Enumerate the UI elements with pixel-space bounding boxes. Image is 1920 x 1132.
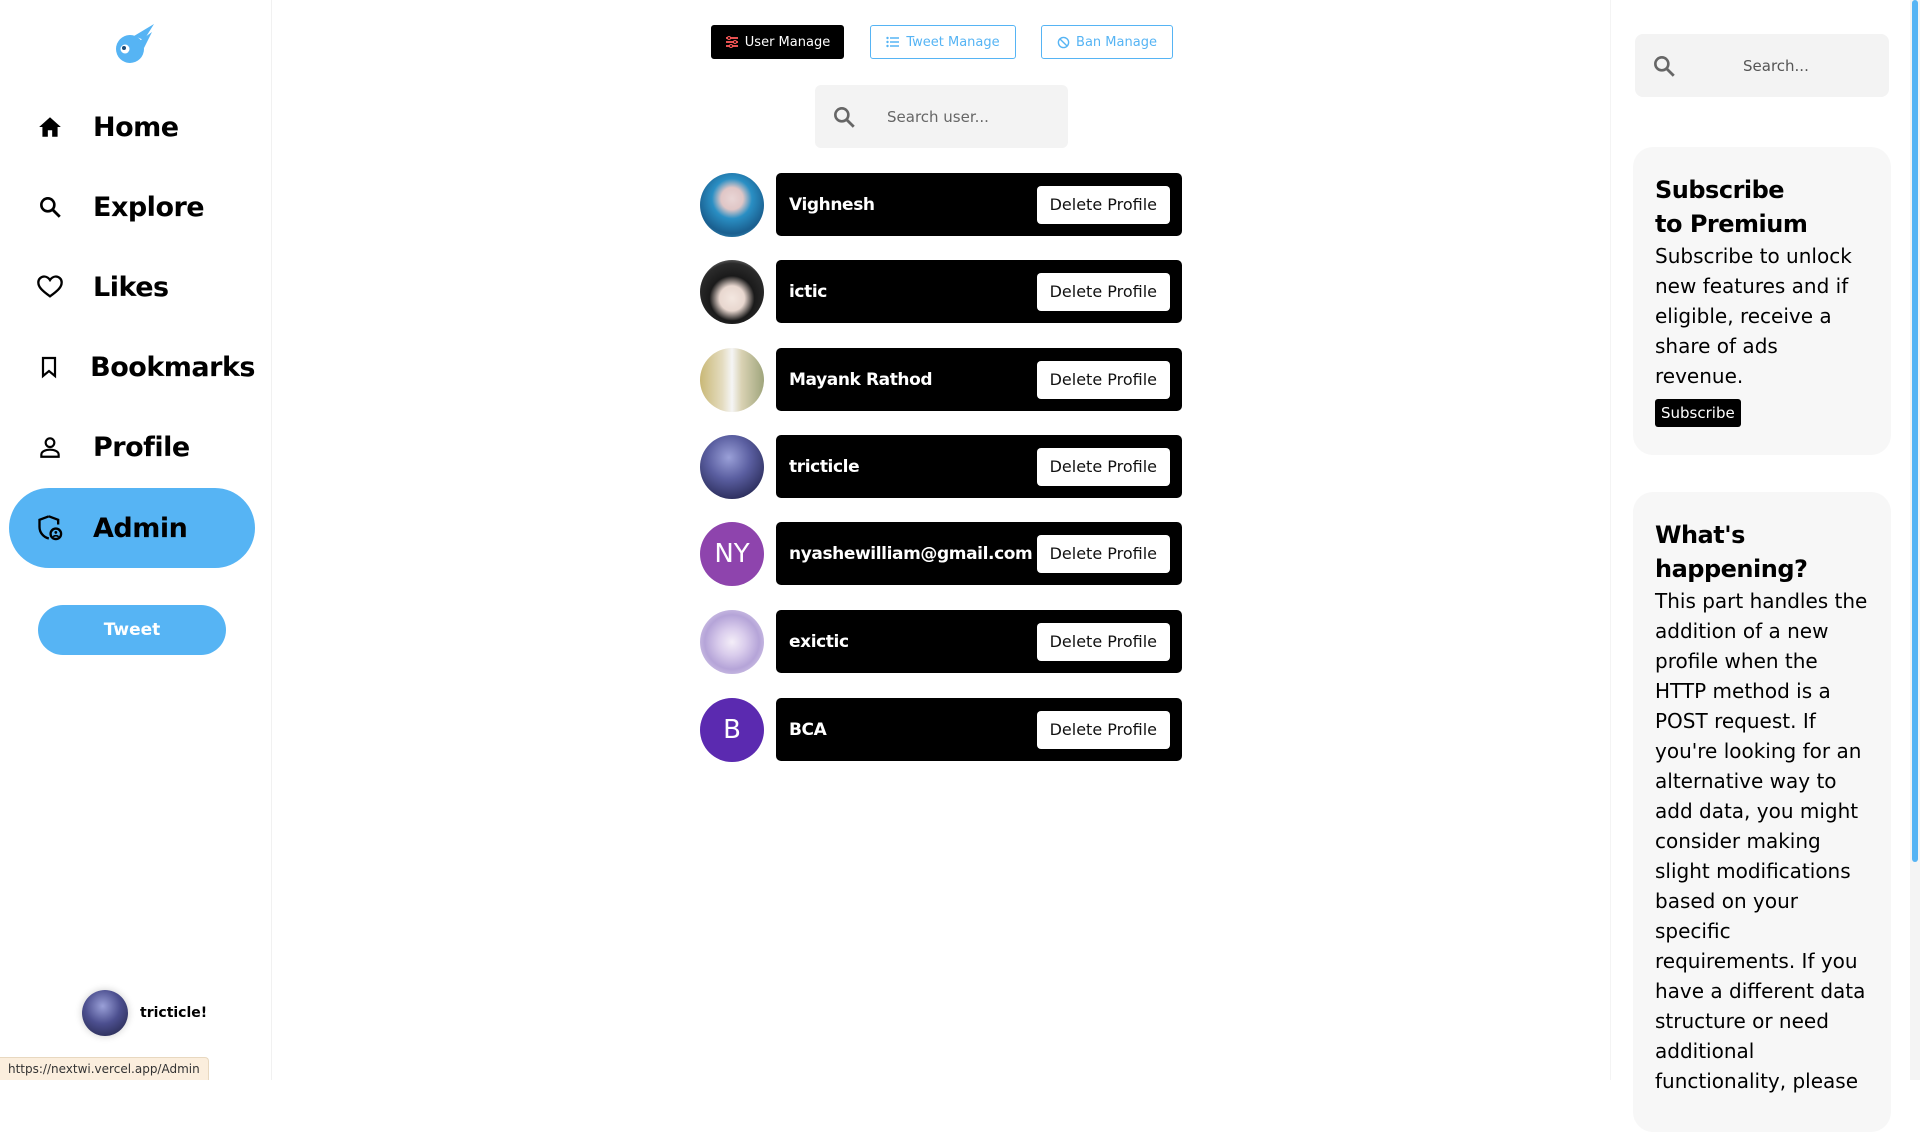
delete-profile-button[interactable]: Delete Profile <box>1036 622 1170 661</box>
nav-home[interactable]: Home <box>9 87 255 167</box>
current-user-name: tricticle! <box>140 1005 208 1021</box>
tab-ban-manage[interactable]: Ban Manage <box>1041 25 1173 59</box>
user-bar: ictic Delete Profile <box>776 260 1182 323</box>
tab-ban-manage-label: Ban Manage <box>1076 34 1157 50</box>
current-user[interactable]: tricticle! <box>82 990 207 1036</box>
scrollbar-thumb[interactable] <box>1912 0 1918 862</box>
user-bar: tricticle Delete Profile <box>776 435 1182 498</box>
nav-profile-label: Profile <box>93 431 190 463</box>
admin-shield-icon <box>35 513 65 543</box>
user-name: BCA <box>789 719 827 740</box>
sliders-icon <box>725 36 738 48</box>
nav-admin-label: Admin <box>93 512 188 544</box>
user-search-input[interactable] <box>885 106 1049 127</box>
user-bar: exictic Delete Profile <box>776 610 1182 673</box>
left-sidebar: Home Explore Likes Bookmarks Profile Adm… <box>0 0 272 1080</box>
delete-profile-button[interactable]: Delete Profile <box>1036 534 1170 573</box>
avatar: B <box>700 698 764 762</box>
page-scrollbar[interactable] <box>1910 0 1920 1080</box>
nav-explore-label: Explore <box>93 191 205 223</box>
user-row: ictic Delete Profile <box>700 260 1182 324</box>
user-name: Vighnesh <box>789 194 875 215</box>
person-icon <box>35 432 65 462</box>
nav-explore[interactable]: Explore <box>9 167 255 247</box>
ban-icon <box>1057 36 1070 48</box>
tweet-button[interactable]: Tweet <box>38 605 226 655</box>
search-icon <box>35 192 65 222</box>
premium-title-line2: to Premium <box>1655 210 1808 238</box>
happening-title: What's happening? <box>1655 518 1869 586</box>
status-url-tooltip: https://nextwi.vercel.app/Admin <box>0 1057 209 1080</box>
user-bar: nyashewilliam@gmail.com Delete Profile <box>776 522 1182 585</box>
happening-title-line2: happening? <box>1655 555 1808 583</box>
nav-likes-label: Likes <box>93 271 169 303</box>
avatar-initials: NY <box>714 539 750 569</box>
delete-profile-button[interactable]: Delete Profile <box>1036 272 1170 311</box>
delete-profile-button[interactable]: Delete Profile <box>1036 447 1170 486</box>
user-row: tricticle Delete Profile <box>700 435 1182 499</box>
tab-user-manage-label: User Manage <box>744 34 831 50</box>
app-logo-icon[interactable] <box>110 22 156 66</box>
nav-admin[interactable]: Admin <box>9 488 255 568</box>
global-search-input[interactable] <box>1741 55 1875 76</box>
tab-tweet-manage-label: Tweet Manage <box>906 34 1000 50</box>
nav-home-label: Home <box>93 111 179 143</box>
delete-profile-button[interactable]: Delete Profile <box>1036 185 1170 224</box>
nav-profile[interactable]: Profile <box>9 407 255 487</box>
avatar <box>700 435 764 499</box>
happening-body: This part handles the addition of a new … <box>1655 589 1868 1093</box>
happening-title-line1: What's <box>1655 521 1745 549</box>
tab-user-manage[interactable]: User Manage <box>711 25 844 59</box>
search-icon <box>834 106 855 128</box>
delete-profile-button[interactable]: Delete Profile <box>1036 360 1170 399</box>
avatar <box>700 260 764 324</box>
user-row: Mayank Rathod Delete Profile <box>700 348 1182 412</box>
premium-card: Subscribe to Premium Subscribe to unlock… <box>1633 147 1891 455</box>
avatar <box>700 348 764 412</box>
global-search-box[interactable] <box>1635 34 1889 97</box>
user-name: exictic <box>789 631 849 652</box>
whats-happening-card: What's happening? This part handles the … <box>1633 492 1891 1132</box>
avatar <box>700 173 764 237</box>
nav-bookmarks[interactable]: Bookmarks <box>9 327 255 407</box>
heart-icon <box>35 272 65 302</box>
tab-tweet-manage[interactable]: Tweet Manage <box>870 25 1016 59</box>
avatar <box>700 610 764 674</box>
user-row: Vighnesh Delete Profile <box>700 173 1182 237</box>
nav-bookmarks-label: Bookmarks <box>90 351 255 383</box>
subscribe-button[interactable]: Subscribe <box>1655 399 1741 427</box>
avatar: NY <box>700 522 764 586</box>
avatar <box>82 990 128 1036</box>
home-icon <box>35 112 65 142</box>
user-row: exictic Delete Profile <box>700 610 1182 674</box>
user-name: Mayank Rathod <box>789 369 933 390</box>
delete-profile-button[interactable]: Delete Profile <box>1036 710 1170 749</box>
search-icon <box>1654 55 1675 77</box>
user-row: B BCA Delete Profile <box>700 698 1182 762</box>
user-name: ictic <box>789 281 827 302</box>
premium-body: Subscribe to unlock new features and if … <box>1655 244 1852 388</box>
user-bar: Vighnesh Delete Profile <box>776 173 1182 236</box>
bookmark-icon <box>35 352 62 382</box>
premium-title: Subscribe to Premium <box>1655 173 1869 241</box>
list-icon <box>886 36 900 48</box>
user-bar: BCA Delete Profile <box>776 698 1182 761</box>
user-row: NY nyashewilliam@gmail.com Delete Profil… <box>700 522 1182 586</box>
user-search-box[interactable] <box>815 85 1068 148</box>
premium-title-line1: Subscribe <box>1655 176 1785 204</box>
user-name: nyashewilliam@gmail.com <box>789 543 1033 564</box>
user-bar: Mayank Rathod Delete Profile <box>776 348 1182 411</box>
right-divider <box>1610 0 1611 1080</box>
nav-likes[interactable]: Likes <box>9 247 255 327</box>
user-name: tricticle <box>789 456 860 477</box>
avatar-initials: B <box>723 715 741 745</box>
